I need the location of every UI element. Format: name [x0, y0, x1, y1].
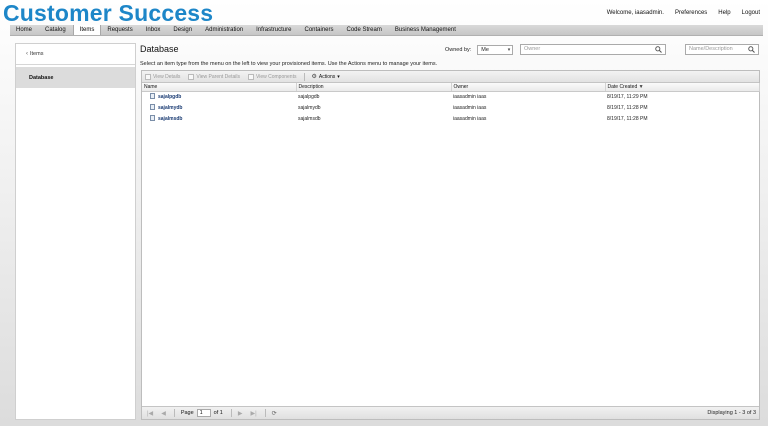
tab-home[interactable]: Home [10, 25, 39, 35]
page-of-label: of 1 [213, 410, 223, 416]
tab-catalog[interactable]: Catalog [39, 25, 73, 35]
welcome-text: Welcome, iaasadmin. [606, 10, 664, 16]
database-item-icon [150, 93, 155, 100]
owned-by-select[interactable]: Me ▾ [477, 45, 514, 55]
column-header-date-created[interactable]: Date Created ▼ [605, 83, 760, 92]
items-table: Name Description Owner Date Created ▼ sa… [142, 83, 760, 124]
help-link[interactable]: Help [718, 10, 730, 16]
next-page-icon[interactable]: ▶ [238, 410, 243, 417]
database-item-icon [150, 104, 155, 110]
row-date: 8/19/17, 11:29 PM [607, 93, 648, 100]
logout-link[interactable]: Logout [742, 10, 760, 16]
row-name[interactable]: sajalmydb [158, 105, 182, 111]
sort-desc-icon: ▼ [638, 83, 644, 90]
sidebar-item-database[interactable]: Database [16, 67, 135, 88]
gear-icon: ⚙ [311, 74, 317, 80]
table-row[interactable]: sajalpgdb sajalpgdb iaasadmin iaas 8/19/… [142, 91, 759, 102]
components-icon [247, 73, 254, 80]
preferences-link[interactable]: Preferences [675, 10, 707, 16]
tab-requests[interactable]: Requests [101, 25, 139, 35]
parent-details-icon [188, 73, 195, 80]
chevron-down-icon: ▾ [507, 47, 511, 53]
refresh-icon[interactable]: ⟳ [272, 410, 277, 417]
owner-search-input[interactable]: Owner [520, 44, 666, 55]
tab-infrastructure[interactable]: Infrastructure [250, 25, 298, 35]
sidebar-item-label: Database [29, 74, 54, 81]
row-description: sajalpgdb [298, 93, 320, 100]
view-details-button[interactable]: View Details [145, 73, 181, 80]
page-title: Database [140, 44, 179, 54]
details-icon [145, 73, 151, 80]
name-search-input[interactable]: Name/Description [685, 44, 759, 55]
grid-toolbar: View Details View Parent Details View Co… [142, 71, 759, 83]
pager-divider [230, 409, 232, 417]
main-content: Database Owned by: Me ▾ Owner Name/Descr… [140, 43, 760, 420]
owned-by-value: Me [481, 47, 489, 53]
view-components-button[interactable]: View Components [247, 73, 297, 80]
name-search-placeholder: Name/Description [689, 46, 733, 52]
sidebar-back-link[interactable]: ‹ Items [16, 44, 135, 65]
tab-containers[interactable]: Containers [298, 25, 340, 35]
row-owner: iaasadmin iaas [453, 93, 487, 100]
user-bar: Welcome, iaasadmin. Preferences Help Log… [607, 10, 760, 16]
tab-design[interactable]: Design [167, 25, 199, 35]
view-details-label: View Details [153, 73, 181, 80]
main-nav: Home Catalog Items Requests Inbox Design… [10, 25, 763, 36]
view-parent-details-button[interactable]: View Parent Details [188, 73, 240, 80]
items-grid: View Details View Parent Details View Co… [141, 70, 760, 420]
owned-by-label: Owned by: [445, 47, 472, 53]
row-description: sajalmsdb [298, 115, 321, 122]
table-row[interactable]: sajalmydb sajalmydb iaasadmin iaas 8/19/… [142, 102, 759, 113]
row-name-cell[interactable]: sajalmydb [142, 102, 296, 113]
tab-business-management[interactable]: Business Management [389, 25, 463, 35]
view-parent-details-label: View Parent Details [196, 73, 240, 80]
column-header-owner[interactable]: Owner [451, 83, 606, 92]
owner-search-placeholder: Owner [524, 46, 541, 52]
last-page-icon[interactable]: ▶| [250, 410, 256, 417]
paging-display: Displaying 1 - 3 of 3 [707, 410, 756, 416]
column-header-description[interactable]: Description [296, 83, 452, 92]
tab-inbox[interactable]: Inbox [140, 25, 168, 35]
column-header-name[interactable]: Name [142, 83, 297, 92]
search-icon[interactable] [748, 46, 755, 53]
pagination-bar: |◀ ◀ Page 1 of 1 ▶ ▶| ⟳ Displaying 1 - 3… [142, 406, 759, 419]
row-name[interactable]: sajalpgdb [158, 94, 181, 100]
owned-by-filter: Owned by: Me ▾ [445, 45, 514, 55]
tab-code-stream[interactable]: Code Stream [341, 25, 389, 35]
toolbar-divider [304, 72, 306, 81]
row-date: 8/19/17, 11:28 PM [607, 104, 648, 111]
row-owner: iaasadmin iaas [453, 115, 487, 122]
instruction-text: Select an item type from the menu on the… [140, 61, 438, 67]
sidebar: ‹ Items Database [15, 43, 136, 420]
table-row[interactable]: sajalmsdb sajalmsdb iaasadmin iaas 8/19/… [142, 113, 759, 124]
chevron-left-icon: ‹ [26, 51, 28, 57]
prev-page-icon[interactable]: ◀ [161, 410, 166, 417]
chevron-down-icon: ▾ [337, 73, 340, 80]
database-item-icon [150, 115, 155, 121]
row-name-cell[interactable]: sajalmsdb [142, 113, 296, 124]
date-created-label: Date Created [607, 83, 638, 90]
row-date: 8/19/17, 11:28 PM [607, 115, 648, 122]
row-description: sajalmydb [298, 104, 321, 111]
sidebar-back-label: Items [30, 51, 44, 57]
pager-divider [264, 409, 266, 417]
page-number-input[interactable]: 1 [196, 409, 211, 417]
row-owner: iaasadmin iaas [453, 104, 487, 111]
row-name-cell[interactable]: sajalpgdb [142, 91, 296, 102]
pager-divider [173, 409, 175, 417]
row-name[interactable]: sajalmsdb [158, 116, 182, 122]
tab-administration[interactable]: Administration [199, 25, 250, 35]
brand-logo: Customer Success [3, 0, 214, 26]
page-label: Page [180, 410, 194, 416]
first-page-icon[interactable]: |◀ [147, 410, 153, 417]
actions-label: Actions [318, 73, 336, 80]
search-icon[interactable] [655, 46, 662, 53]
view-components-label: View Components [255, 73, 297, 80]
tab-items[interactable]: Items [72, 25, 102, 35]
actions-menu-button[interactable]: ⚙ Actions ▾ [311, 73, 340, 81]
